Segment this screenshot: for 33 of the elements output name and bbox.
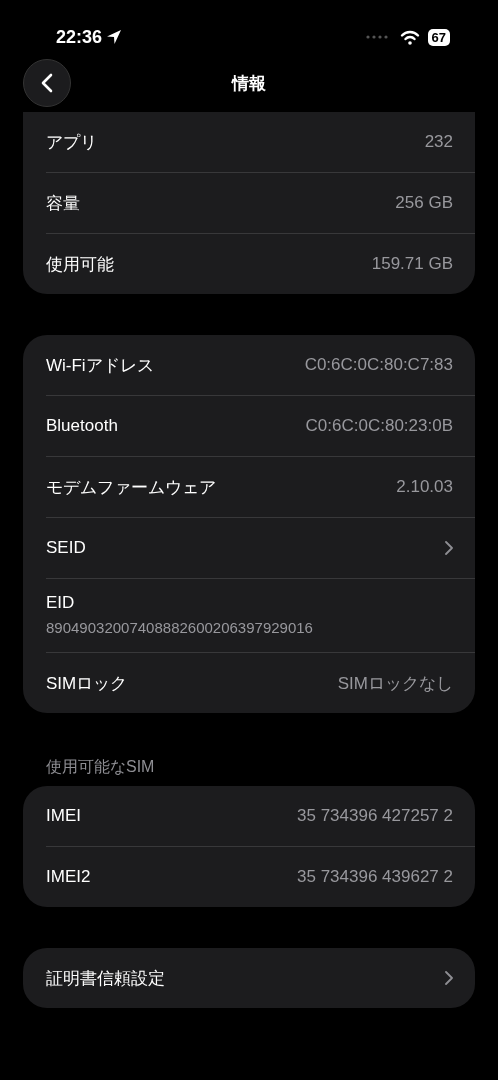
row-value: 35 734396 427257 2	[297, 806, 453, 826]
row-value: 89049032007408882600206397929016	[46, 619, 313, 636]
back-button[interactable]	[23, 59, 71, 107]
nav-title: 情報	[232, 73, 266, 93]
row-value: C0:6C:0C:80:C7:83	[304, 355, 453, 375]
section-header: 使用可能なSIM	[45, 757, 156, 777]
row-value: 159.71 GB	[371, 254, 453, 274]
row-label: Wi-Fiアドレス	[46, 354, 155, 377]
row-value: SIMロックなし	[337, 672, 453, 695]
row-label: Bluetooth	[46, 416, 119, 436]
row-label: モデムファームウェア	[46, 476, 217, 499]
settings-row[interactable]: 証明書信頼設定	[46, 948, 475, 1008]
row-value: 256 GB	[395, 193, 453, 213]
signal-dots-icon	[365, 35, 388, 39]
wifi-icon	[399, 29, 420, 45]
battery-icon: 67	[427, 28, 450, 46]
back-chevron-icon	[41, 73, 53, 93]
row-value: 2.10.03	[396, 477, 453, 497]
location-arrow-icon	[106, 29, 123, 45]
row-value: 232	[424, 132, 453, 152]
row-label: アプリ	[46, 131, 98, 154]
row-label: IMEI	[46, 806, 82, 826]
settings-row[interactable]: SEID	[46, 517, 475, 578]
row-label: SIMロック	[46, 672, 129, 695]
chevron-icon	[445, 541, 453, 555]
row-label: IMEI2	[46, 867, 92, 887]
row-value: 35 734396 439627 2	[297, 867, 453, 887]
row-label: 使用可能	[46, 253, 115, 276]
row-label: 容量	[46, 192, 81, 215]
status-time: 22:36	[56, 26, 103, 48]
row-value: C0:6C:0C:80:23:0B	[305, 416, 453, 436]
chevron-icon	[445, 971, 453, 985]
row-label: EID	[46, 593, 75, 613]
